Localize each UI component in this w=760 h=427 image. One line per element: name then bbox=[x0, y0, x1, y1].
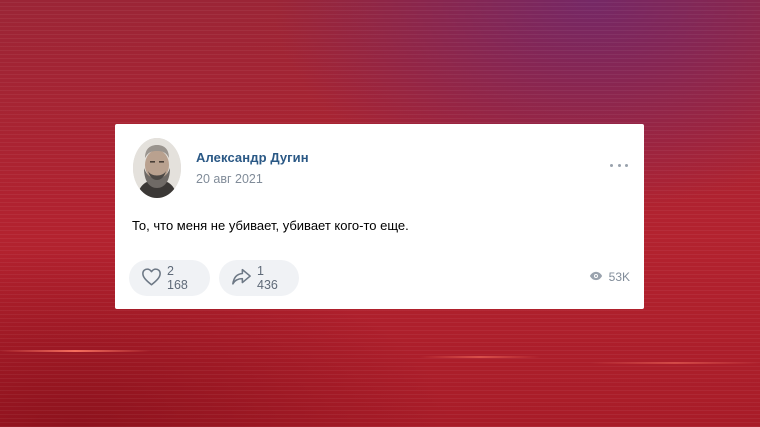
share-button[interactable]: 1 436 bbox=[219, 260, 299, 296]
heart-outline-icon bbox=[141, 267, 162, 289]
more-dot bbox=[625, 163, 628, 167]
author-name-link[interactable]: Александр Дугин bbox=[196, 150, 309, 165]
decorative-streak bbox=[420, 356, 540, 358]
more-dot bbox=[617, 163, 621, 167]
decorative-streak bbox=[590, 362, 760, 364]
eye-icon bbox=[589, 270, 603, 284]
decorative-streak bbox=[0, 350, 150, 352]
like-count: 2 168 bbox=[167, 264, 188, 292]
author-avatar[interactable] bbox=[133, 138, 181, 198]
post-date[interactable]: 20 авг 2021 bbox=[196, 172, 263, 186]
more-dot bbox=[610, 163, 613, 167]
post-card: Александр Дугин 20 авг 2021 То, что меня… bbox=[115, 124, 644, 309]
views-count: 53K bbox=[608, 270, 630, 284]
more-horizontal-icon[interactable] bbox=[610, 160, 628, 170]
post-text: То, что меня не убивает, убивает кого-то… bbox=[132, 218, 409, 233]
share-count: 1 436 bbox=[257, 264, 278, 292]
views-counter: 53K bbox=[589, 270, 630, 284]
share-arrow-icon bbox=[231, 267, 252, 289]
like-button[interactable]: 2 168 bbox=[129, 260, 210, 296]
